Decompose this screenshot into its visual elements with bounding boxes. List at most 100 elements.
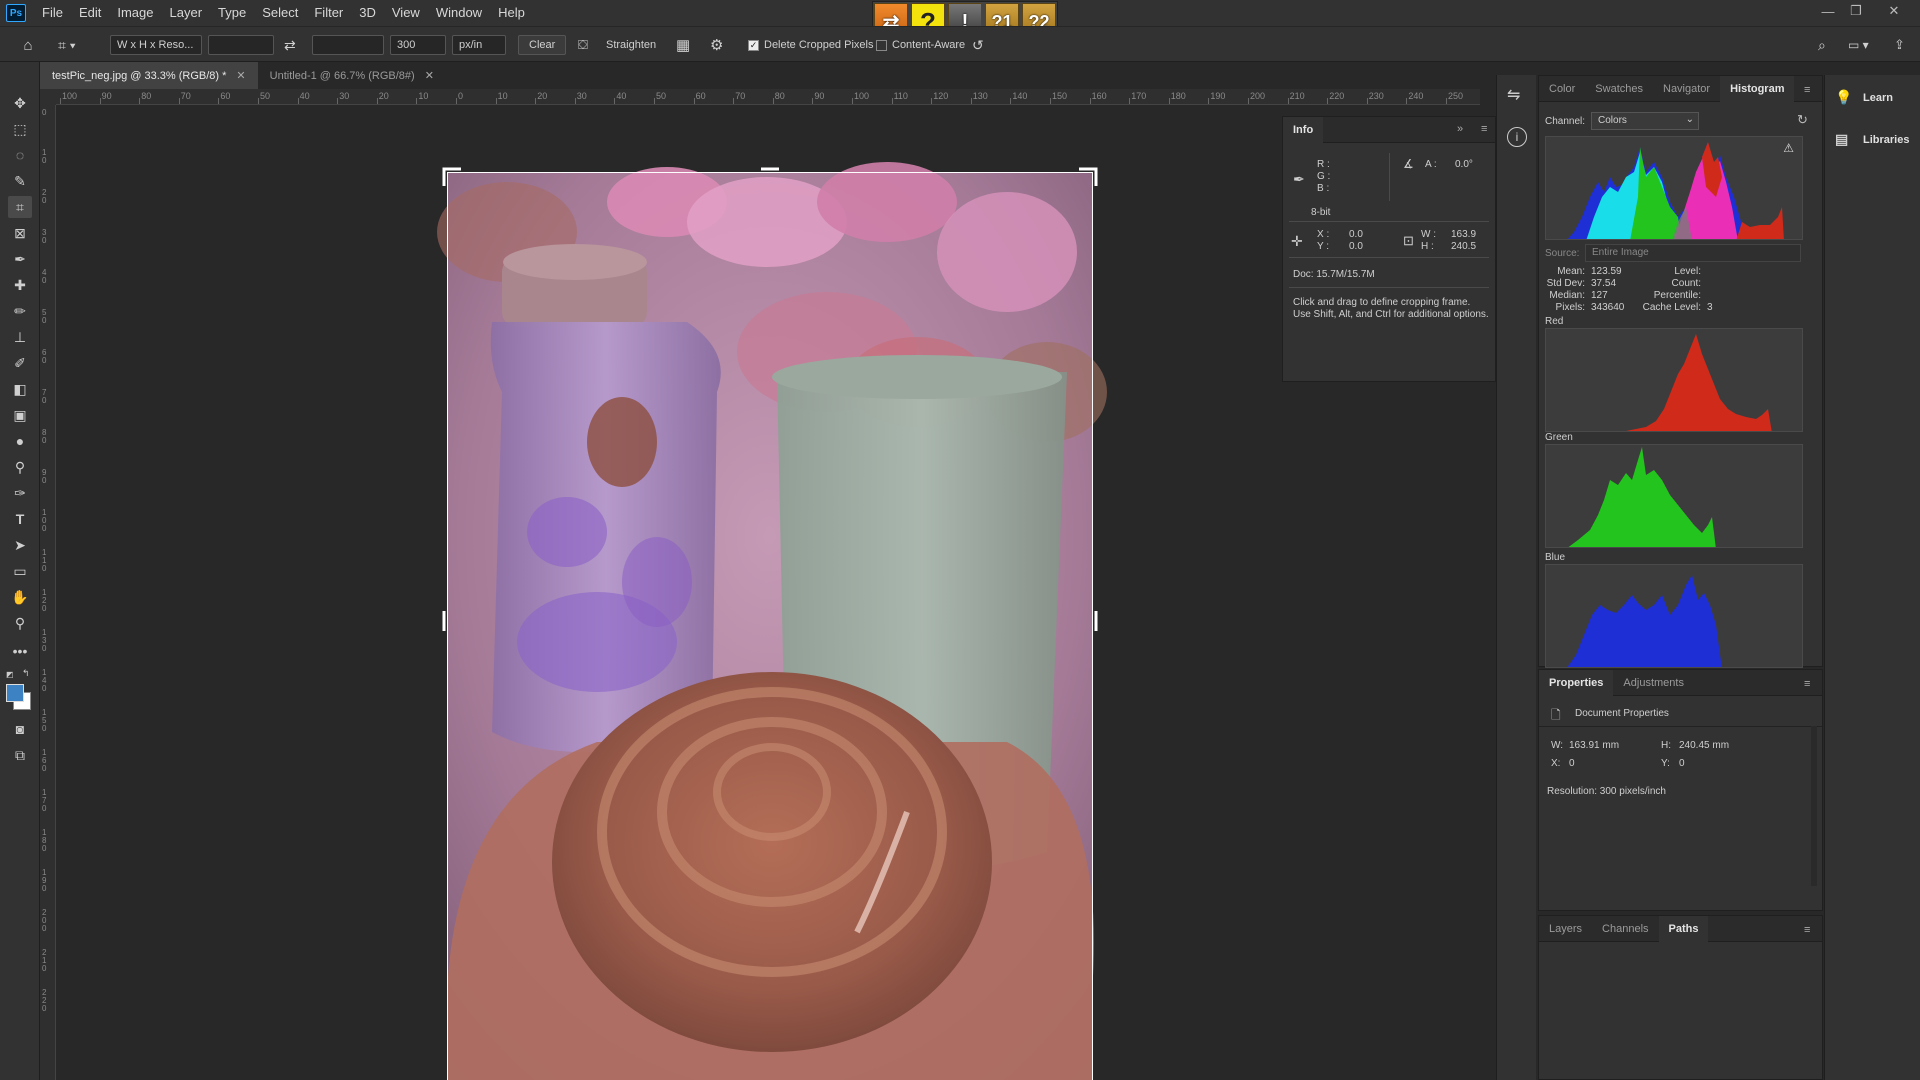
panel-menu-icon[interactable]: ≡ [1804,84,1814,96]
tab-testpic-neg[interactable]: testPic_neg.jpg @ 33.3% (RGB/8) * ✕ [40,62,258,89]
straighten-label[interactable]: Straighten [606,35,656,55]
menu-file[interactable]: File [34,0,71,26]
foreground-color-swatch[interactable] [6,684,24,702]
tab-layers[interactable]: Layers [1539,916,1592,942]
home-icon[interactable]: ⌂ [16,35,40,55]
learn-button[interactable]: 💡 Learn [1835,89,1893,106]
resolution-unit-value: px/in [459,39,483,51]
menu-image[interactable]: Image [109,0,161,26]
blur-tool-icon[interactable]: ● [8,430,32,452]
ruler-tick-label: 100 [854,91,870,101]
close-tab-icon[interactable]: ✕ [236,69,245,82]
gradient-tool-icon[interactable]: ▣ [8,404,32,426]
path-selection-tool-icon[interactable]: ➤ [8,534,32,556]
swap-colors-icon[interactable]: ↰ [22,668,30,679]
resolution-input[interactable]: 300 [390,35,446,55]
tab-adjustments[interactable]: Adjustments [1613,670,1694,696]
dodge-tool-icon[interactable]: ⚲ [8,456,32,478]
restore-icon[interactable]: ❐ [1838,0,1874,22]
tab-properties[interactable]: Properties [1539,669,1614,696]
adjustments-history-icon[interactable]: ⇋ [1507,85,1520,105]
width-input[interactable] [208,35,274,55]
marquee-tool-icon[interactable]: ⬚ [8,118,32,140]
menu-3d[interactable]: 3D [351,0,384,26]
reset-icon[interactable]: ↺ [972,35,984,55]
tab-paths[interactable]: Paths [1658,915,1709,942]
clear-button[interactable]: Clear [518,35,567,55]
content-aware-checkbox[interactable]: Content-Aware [876,35,965,55]
tab-color[interactable]: Color [1539,76,1585,102]
default-colors-icon[interactable]: ◩ [6,670,18,679]
swap-dimensions-icon[interactable]: ⇄ [284,35,296,55]
panel-menu-icon[interactable]: ≡ [1481,123,1487,135]
brush-tool-icon[interactable]: ✏ [8,300,32,322]
lasso-tool-icon[interactable]: ◌ [8,144,32,166]
tab-info[interactable]: Info [1283,116,1324,143]
menu-help[interactable]: Help [490,0,533,26]
content-aware-label: Content-Aware [892,39,966,51]
hand-tool-icon[interactable]: ✋ [8,586,32,608]
workspace-icon[interactable]: ▭ ▾ [1848,35,1869,55]
move-tool-icon[interactable]: ✥ [8,92,32,114]
ruler-tick-label: 180 [1170,91,1186,101]
clone-stamp-tool-icon[interactable]: ⊥ [8,326,32,348]
vertical-ruler[interactable]: 0 1 0 2 0 3 0 4 0 5 0 6 0 7 0 8 0 9 0 1 0 0 1 1 0 1 … [40,105,56,1080]
type-tool-icon[interactable]: T [8,508,32,530]
share-icon[interactable]: ⇪ [1894,35,1905,55]
eraser-tool-icon[interactable]: ◧ [8,378,32,400]
menu-filter[interactable]: Filter [306,0,351,26]
refresh-icon[interactable]: ↻ [1797,112,1808,128]
menu-type[interactable]: Type [210,0,254,26]
panel-menu-icon[interactable]: ≡ [1804,924,1814,936]
eyedropper-tool-icon[interactable]: ✒ [8,248,32,270]
crop-tool-icon[interactable]: ⌗ [8,196,32,218]
pen-tool-icon[interactable]: ✑ [8,482,32,504]
tab-swatches[interactable]: Swatches [1585,76,1653,102]
panel-menu-icon[interactable]: ≡ [1804,678,1814,690]
straighten-icon[interactable]: ⛋ [578,35,588,55]
document-canvas[interactable] [57,106,1480,1080]
tab-channels[interactable]: Channels [1592,916,1658,942]
menu-window[interactable]: Window [428,0,490,26]
overlay-grid-icon[interactable]: ▦ [676,35,690,55]
delete-cropped-checkbox[interactable]: ✓ Delete Cropped Pixels [748,35,873,55]
source-dropdown[interactable]: Entire Image [1585,244,1801,262]
cache-warning-icon[interactable]: ⚠ [1783,141,1794,155]
rectangle-tool-icon[interactable]: ▭ [8,560,32,582]
ruler-tick-label: 4 0 [42,268,47,285]
quick-select-tool-icon[interactable]: ✎ [8,170,32,192]
crop-tool-preset-icon[interactable]: ⌗ ▾ [58,35,76,55]
close-window-icon[interactable]: ✕ [1876,0,1912,22]
tab-navigator[interactable]: Navigator [1653,76,1720,102]
zoom-tool-icon[interactable]: ⚲ [8,612,32,634]
menu-layer[interactable]: Layer [162,0,211,26]
search-icon[interactable]: ⌕ [1818,35,1826,55]
horizontal-ruler[interactable]: 100 90 80 70 60 50 40 30 20 10 0 10 20 30 40 50 60 70 80 90… [56,89,1480,105]
info-y-label: Y : [1317,241,1330,252]
menu-select[interactable]: Select [254,0,306,26]
menu-edit[interactable]: Edit [71,0,109,26]
ruler-tick-label: 220 [1329,91,1345,101]
height-input[interactable] [312,35,384,55]
libraries-button[interactable]: ▤ Libraries [1835,131,1909,148]
frame-tool-icon[interactable]: ⊠ [8,222,32,244]
settings-gear-icon[interactable]: ⚙ [710,35,723,55]
screen-mode-icon[interactable]: ⧉ [8,744,32,766]
canvas-area[interactable] [57,106,1480,1080]
healing-brush-tool-icon[interactable]: ✚ [8,274,32,296]
tab-untitled-1[interactable]: Untitled-1 @ 66.7% (RGB/8#) ✕ [258,62,446,89]
close-tab-icon[interactable]: ✕ [425,69,434,82]
quick-mask-icon[interactable]: ◙ [8,718,32,740]
history-brush-tool-icon[interactable]: ✐ [8,352,32,374]
channel-dropdown[interactable]: Colors ⌄ [1591,112,1699,130]
info-panel-icon[interactable]: i [1507,127,1527,147]
tab-histogram[interactable]: Histogram [1720,75,1795,102]
stat-cache-level-value: 3 [1707,302,1713,313]
lightbulb-icon: 💡 [1835,89,1853,105]
ratio-preset-dropdown[interactable]: W x H x Reso... [110,35,202,55]
properties-scrollbar[interactable] [1811,726,1817,886]
more-tools-icon[interactable]: ••• [8,640,32,662]
menu-view[interactable]: View [384,0,428,26]
collapse-panel-icon[interactable]: » [1457,123,1463,135]
resolution-unit-dropdown[interactable]: px/in [452,35,506,55]
